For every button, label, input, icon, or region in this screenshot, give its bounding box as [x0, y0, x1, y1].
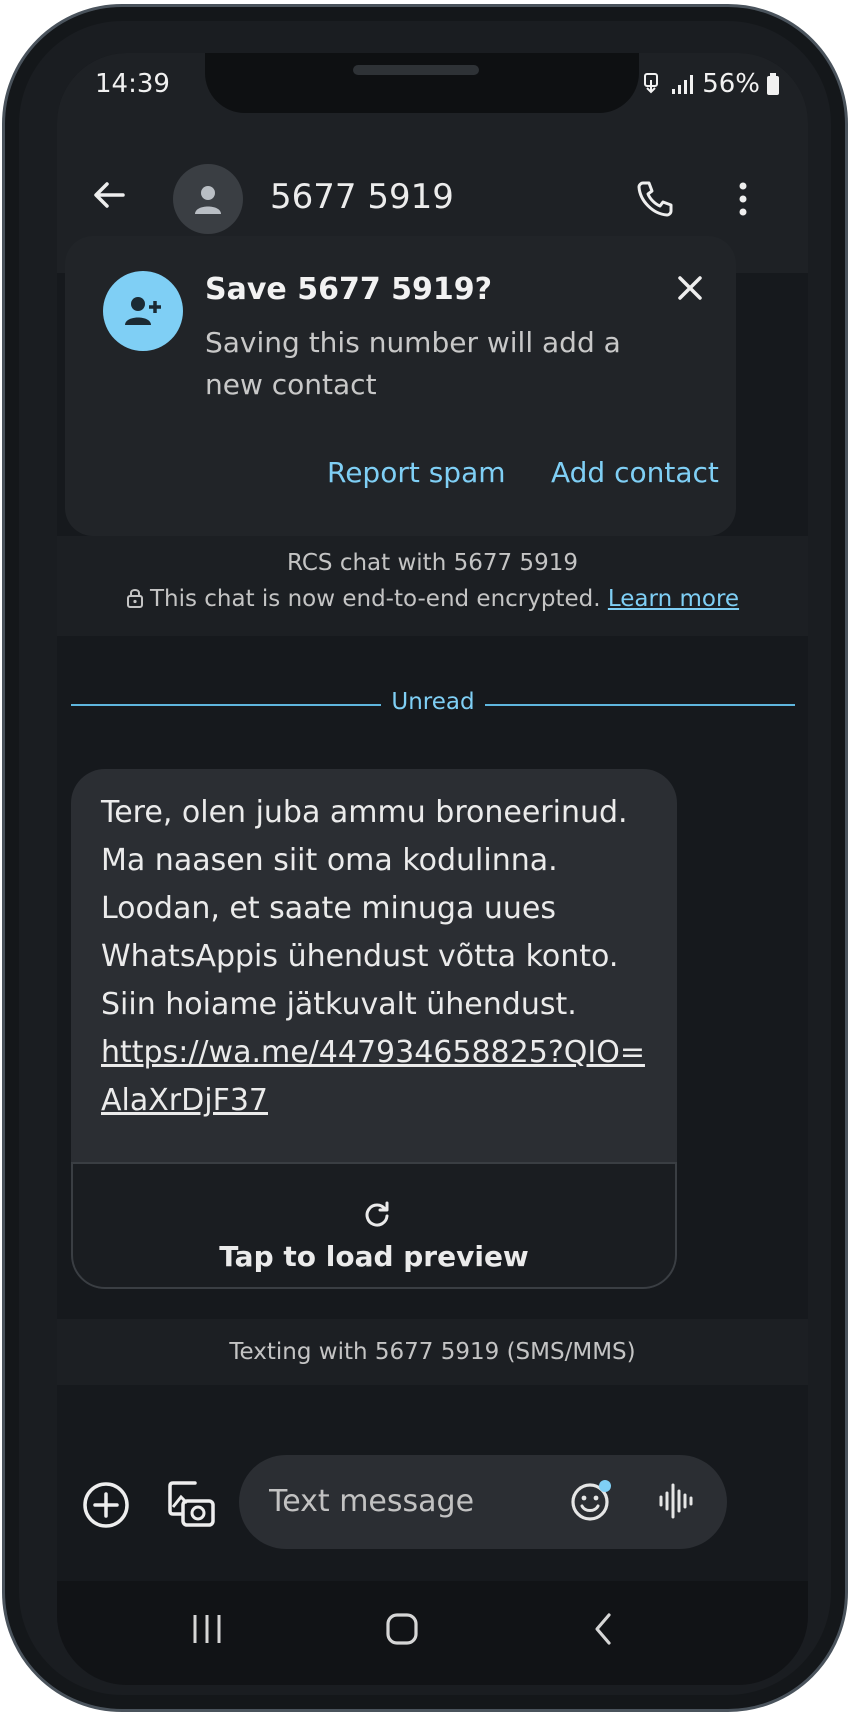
load-preview-label: Tap to load preview: [219, 1240, 529, 1273]
earpiece: [353, 65, 479, 75]
text-message-input[interactable]: [269, 1479, 559, 1523]
gallery-camera-icon[interactable]: [165, 1477, 217, 1529]
message-body: Tere, olen juba ammu broneerinud. Ma naa…: [101, 789, 661, 1125]
incoming-message-bubble[interactable]: Tere, olen juba ammu broneerinud. Ma naa…: [71, 769, 677, 1289]
battery-icon: [767, 73, 779, 95]
save-contact-title: Save 5677 5919?: [205, 272, 493, 307]
contact-avatar-icon: [195, 186, 221, 214]
save-contact-description: Saving this number will add a new contac…: [205, 326, 621, 401]
status-time: 14:39: [95, 69, 170, 99]
message-link-line1: https://wa.me/447934658825?QIO=: [101, 1035, 645, 1070]
rcs-chat-label: RCS chat with 5677 5919: [287, 550, 578, 576]
divider-line-right: [485, 704, 795, 706]
conversation-title: 5677 5919: [270, 177, 454, 217]
learn-more-link[interactable]: Learn more: [608, 586, 739, 612]
emoji-icon[interactable]: [569, 1479, 613, 1523]
message-text: Tere, olen juba ammu broneerinud. Ma naa…: [101, 795, 628, 1022]
add-contact-button[interactable]: Add contact: [551, 456, 719, 489]
unread-divider: Unread: [71, 689, 795, 719]
signal-icon: [672, 75, 694, 94]
encryption-text: This chat is now end-to-end encrypted.: [149, 586, 601, 612]
report-spam-button[interactable]: Report spam: [327, 456, 506, 489]
message-composer[interactable]: [239, 1455, 727, 1549]
sms-info-banner: Texting with 5677 5919 (SMS/MMS): [57, 1319, 808, 1385]
person-add-icon: [125, 297, 161, 325]
phone-icon[interactable]: [635, 179, 675, 219]
message-link-line2: AlaXrDjF37: [101, 1083, 268, 1118]
recents-icon[interactable]: [187, 1609, 227, 1649]
status-bar: 14:39 56%: [57, 53, 808, 143]
save-contact-card: Save 5677 5919? Saving this number will …: [65, 236, 736, 536]
voice-waveform-icon[interactable]: [657, 1481, 697, 1521]
save-avatar: [103, 271, 183, 351]
message-link[interactable]: https://wa.me/447934658825?QIO= AlaXrDjF…: [101, 1029, 661, 1125]
screen: 14:39 56% 5677 5919 Save 5677 5919? Savi…: [57, 53, 808, 1685]
nav-back-icon[interactable]: [583, 1609, 623, 1649]
battery-percent: 56%: [702, 69, 760, 99]
phone-frame: 14:39 56% 5677 5919 Save 5677 5919? Savi…: [2, 4, 848, 1712]
lock-icon: [126, 589, 143, 608]
refresh-icon: [365, 1201, 389, 1227]
link-preview-button[interactable]: Tap to load preview: [71, 1162, 677, 1289]
more-vert-icon[interactable]: [733, 179, 753, 219]
close-icon[interactable]: [672, 270, 708, 306]
rcs-info-banner: RCS chat with 5677 5919 This chat is now…: [57, 536, 808, 636]
add-circle-icon[interactable]: [81, 1480, 131, 1530]
camera-notch: [205, 53, 639, 113]
contact-avatar[interactable]: [173, 164, 243, 234]
home-icon[interactable]: [382, 1609, 422, 1649]
encryption-notice: This chat is now end-to-end encrypted. L…: [57, 586, 808, 612]
status-icons: 56%: [642, 69, 780, 99]
data-saver-icon: [644, 73, 659, 94]
back-arrow-icon[interactable]: [87, 173, 131, 217]
unread-label: Unread: [391, 689, 475, 715]
system-nav-bar: [57, 1581, 808, 1685]
